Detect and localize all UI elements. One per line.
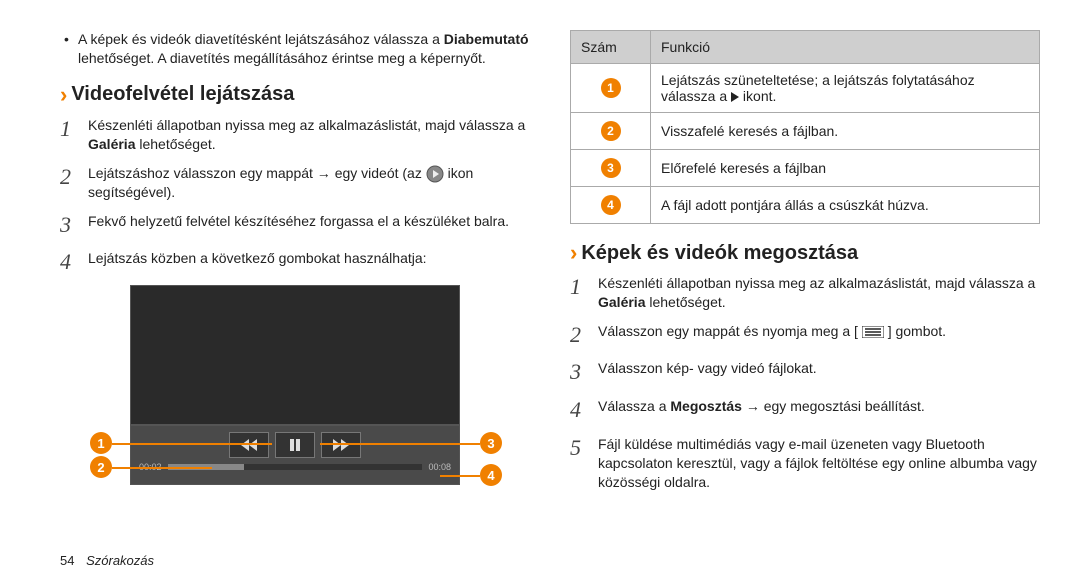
step-number: 2 — [60, 162, 88, 202]
table-row: 4 A fájl adott pontjára állás a csúszkát… — [571, 187, 1040, 224]
badge-3: 3 — [601, 158, 621, 178]
table-row: 3 Előrefelé keresés a fájlban — [571, 150, 1040, 187]
text: Visszafelé keresés a fájlban. — [651, 113, 1040, 150]
text: Készenléti állapotban nyissa meg az alka… — [88, 117, 525, 133]
step-number: 1 — [60, 114, 88, 154]
callout-lead — [112, 443, 272, 445]
chevron-icon: › — [570, 240, 577, 266]
time-total: 00:08 — [428, 462, 451, 472]
callout-lead — [320, 443, 480, 445]
player-controls: 00:02 00:08 — [130, 425, 460, 485]
text: A fájl adott pontjára állás a csúszkát h… — [651, 187, 1040, 224]
list-item: 5 Fájl küldése multimédiás vagy e-mail ü… — [570, 433, 1040, 492]
text-bold: Megosztás — [670, 398, 742, 414]
text: Előrefelé keresés a fájlban — [651, 150, 1040, 187]
text: lehetőséget. — [135, 136, 215, 152]
section-title: Videofelvétel lejátszása — [71, 83, 294, 106]
forward-button[interactable] — [321, 432, 361, 458]
section-title: Képek és videók megosztása — [581, 242, 858, 265]
list-item: 2 Lejátszáshoz válasszon egy mappát → eg… — [60, 162, 530, 202]
text: Készenléti állapotban nyissa meg az alka… — [598, 275, 1035, 291]
page-footer: 54 Szórakozás — [60, 553, 154, 568]
footer-label: Szórakozás — [86, 553, 154, 568]
step-number: 4 — [570, 395, 598, 425]
text: Válassza a — [598, 398, 670, 414]
left-column: A képek és videók diavetítésként lejátsz… — [60, 30, 530, 500]
step-number: 2 — [570, 320, 598, 350]
right-column: Szám Funkció 1 Lejátszás szüneteltetése;… — [570, 30, 1040, 500]
function-table: Szám Funkció 1 Lejátszás szüneteltetése;… — [570, 30, 1040, 224]
list-item: 1 Készenléti állapotban nyissa meg az al… — [60, 114, 530, 154]
list-item: 2 Válasszon egy mappát és nyomja meg a [… — [570, 320, 1040, 350]
section-heading-share: › Képek és videók megosztása — [570, 240, 1040, 266]
callout-lead — [440, 475, 480, 477]
table-header-func: Funkció — [651, 31, 1040, 64]
text: Lejátszás közben a következő gombokat ha… — [88, 247, 530, 277]
text: → egy megosztási beállítást. — [742, 398, 925, 414]
step-number: 3 — [60, 210, 88, 240]
text: lehetőséget. — [645, 294, 725, 310]
text: ikont. — [739, 88, 776, 104]
section-heading-video: › Videofelvétel lejátszása — [60, 82, 530, 108]
text: A képek és videók diavetítésként lejátsz… — [78, 31, 444, 47]
callout-lead — [112, 467, 212, 469]
callout-3: 3 — [480, 432, 502, 454]
step-number: 5 — [570, 433, 598, 492]
menu-icon — [862, 326, 884, 338]
page-number: 54 — [60, 553, 74, 568]
badge-2: 2 — [601, 121, 621, 141]
step-number: 1 — [570, 272, 598, 312]
chevron-icon: › — [60, 82, 67, 108]
share-steps: 1 Készenléti állapotban nyissa meg az al… — [570, 272, 1040, 492]
table-header-num: Szám — [571, 31, 651, 64]
list-item: 1 Készenléti állapotban nyissa meg az al… — [570, 272, 1040, 312]
callout-2: 2 — [90, 456, 112, 478]
text: ] gombot. — [888, 323, 946, 339]
text: Lejátszáshoz válasszon egy mappát → egy … — [88, 165, 426, 181]
callout-4: 4 — [480, 464, 502, 486]
text: Válasszon egy mappát és nyomja meg a [ — [598, 323, 858, 339]
page-content: A képek és videók diavetítésként lejátsz… — [0, 0, 1080, 510]
text: Fekvő helyzetű felvétel készítéséhez for… — [88, 210, 530, 240]
list-item: 4 Lejátszás közben a következő gombokat … — [60, 247, 530, 277]
bullet-slideshow: A képek és videók diavetítésként lejátsz… — [60, 30, 530, 68]
badge-1: 1 — [601, 78, 621, 98]
table-row: 1 Lejátszás szüneteltetése; a lejátszás … — [571, 64, 1040, 113]
text: lehetőséget. A diavetítés megállításához… — [78, 50, 486, 66]
video-steps: 1 Készenléti állapotban nyissa meg az al… — [60, 114, 530, 277]
text: Fájl küldése multimédiás vagy e-mail üze… — [598, 433, 1040, 492]
rewind-button[interactable] — [229, 432, 269, 458]
badge-4: 4 — [601, 195, 621, 215]
list-item: 4 Válassza a Megosztás → egy megosztási … — [570, 395, 1040, 425]
list-item: 3 Fekvő helyzetű felvétel készítéséhez f… — [60, 210, 530, 240]
player-screen — [130, 285, 460, 425]
text-bold: Galéria — [598, 294, 645, 310]
list-item: 3 Válasszon kép- vagy videó fájlokat. — [570, 357, 1040, 387]
pause-button[interactable] — [275, 432, 315, 458]
play-triangle-icon — [731, 92, 739, 102]
table-row: 2 Visszafelé keresés a fájlban. — [571, 113, 1040, 150]
text: Válasszon kép- vagy videó fájlokat. — [598, 357, 1040, 387]
callout-1: 1 — [90, 432, 112, 454]
step-number: 3 — [570, 357, 598, 387]
video-player-figure: 00:02 00:08 1 2 3 4 — [90, 285, 460, 485]
text-bold: Diabemutató — [444, 31, 529, 47]
text-bold: Galéria — [88, 136, 135, 152]
text: Lejátszás szüneteltetése; a lejátszás fo… — [661, 72, 975, 104]
play-circle-icon — [426, 165, 444, 183]
step-number: 4 — [60, 247, 88, 277]
